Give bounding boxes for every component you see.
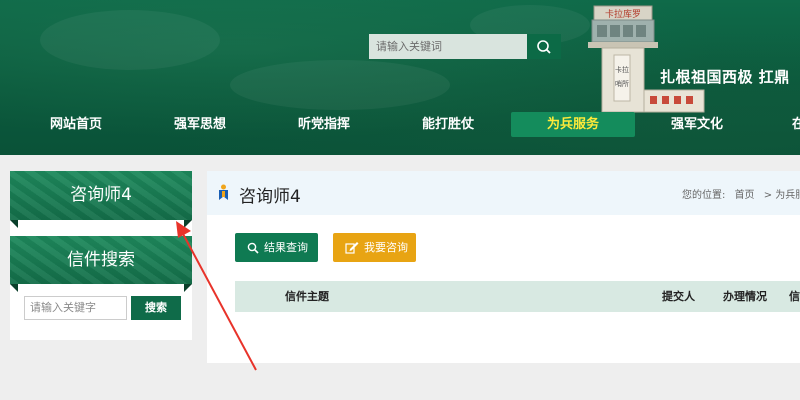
annotation-arrow (176, 221, 257, 371)
